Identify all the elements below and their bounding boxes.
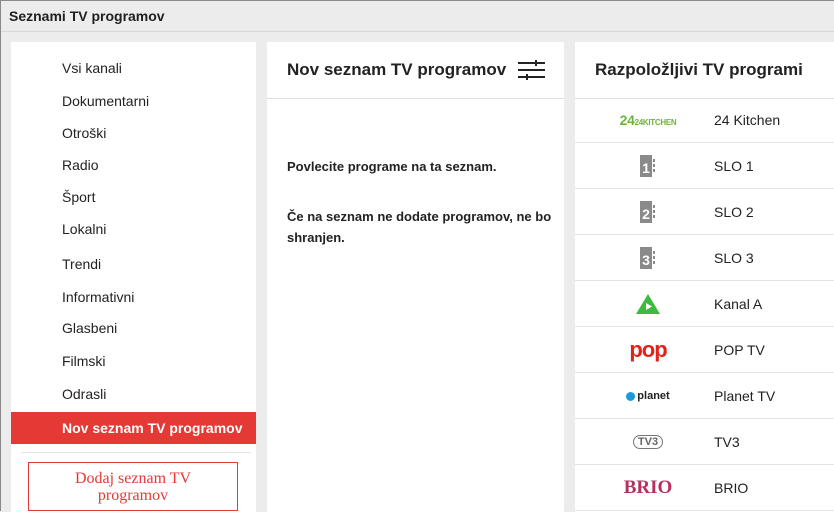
sidebar-item-local[interactable]: Lokalni <box>11 213 256 245</box>
channel-name: SLO 1 <box>714 158 754 174</box>
available-channels-panel: Razpoložljivi TV programi 2424KITCHEN 24… <box>575 42 834 512</box>
channel-row-24-kitchen[interactable]: 2424KITCHEN 24 Kitchen <box>575 97 834 143</box>
channel-row-brio[interactable]: BRIO BRIO <box>575 465 834 511</box>
channel-row-slo3[interactable]: 3 SLO 3 <box>575 235 834 281</box>
channel-name: POP TV <box>714 342 765 358</box>
sidebar-item-documentary[interactable]: Dokumentarni <box>11 85 256 117</box>
sidebar-item-news[interactable]: Informativni <box>11 281 256 313</box>
svg-text:2: 2 <box>642 206 650 222</box>
tv3-logo: TV3 <box>617 427 679 457</box>
channel-row-kanal-a[interactable]: Kanal A <box>575 281 834 327</box>
svg-text:3: 3 <box>642 252 650 268</box>
channel-row-planet-tv[interactable]: planet Planet TV <box>575 373 834 419</box>
brio-logo: BRIO <box>623 477 673 498</box>
empty-list-hint: Če na seznam ne dodate programov, ne bo … <box>287 209 552 245</box>
sidebar-item-new-list[interactable]: Nov seznam TV programov <box>11 412 256 444</box>
available-title: Razpoložljivi TV programi <box>595 60 803 79</box>
channel-row-tv3[interactable]: TV3 TV3 <box>575 419 834 465</box>
new-list-header: Nov seznam TV programov <box>267 42 564 99</box>
kanal-a-logo <box>617 289 679 319</box>
add-list-button[interactable]: Dodaj seznam TV programov <box>28 462 238 511</box>
channel-name: BRIO <box>714 480 749 496</box>
channel-name: 24 Kitchen <box>714 112 781 128</box>
new-list-panel: Nov seznam TV programov Povlecite progra… <box>267 42 564 512</box>
svg-text:1: 1 <box>642 160 650 176</box>
channel-name: SLO 3 <box>714 250 754 266</box>
sliders-icon[interactable] <box>518 60 545 82</box>
sidebar-item-sport[interactable]: Šport <box>11 181 256 213</box>
sidebar-item-trendy[interactable]: Trendi <box>11 248 256 280</box>
channel-name: Planet TV <box>714 388 776 404</box>
24kitchen-logo: 2424KITCHEN <box>619 112 677 128</box>
add-list-button-label: Dodaj seznam TV programov <box>74 469 192 504</box>
channel-row-pop-tv[interactable]: pop POP TV <box>575 327 834 373</box>
drag-hint: Povlecite programe na ta seznam. <box>287 159 497 174</box>
pop-tv-logo: pop <box>629 337 667 362</box>
sidebar-item-music[interactable]: Glasbeni <box>11 312 256 344</box>
channel-row-slo2[interactable]: 2 SLO 2 <box>575 189 834 235</box>
category-sidebar: Vsi kanali Dokumentarni Otroški Radio Šp… <box>11 42 256 512</box>
channel-row-slo1[interactable]: 1 SLO 1 <box>575 143 834 189</box>
sidebar-item-adult[interactable]: Odrasli <box>11 378 256 410</box>
app-window: Seznami TV programov Vsi kanali Dokument… <box>0 0 834 512</box>
sidebar-item-radio[interactable]: Radio <box>11 149 256 181</box>
slo2-logo: 2 <box>617 197 679 227</box>
sidebar-item-movies[interactable]: Filmski <box>11 345 256 377</box>
sidebar-item-all-channels[interactable]: Vsi kanali <box>11 52 256 84</box>
slo3-logo: 3 <box>617 243 679 273</box>
channel-name: SLO 2 <box>714 204 754 220</box>
window-title: Seznami TV programov <box>1 1 834 32</box>
sidebar-divider <box>21 452 251 453</box>
available-header: Razpoložljivi TV programi <box>575 42 834 99</box>
sidebar-item-kids[interactable]: Otroški <box>11 117 256 149</box>
new-list-title: Nov seznam TV programov <box>287 60 507 79</box>
channel-name: TV3 <box>714 434 740 450</box>
channel-name: Kanal A <box>714 296 763 312</box>
planet-tv-logo: planet <box>617 381 679 411</box>
slo1-logo: 1 <box>617 151 679 181</box>
